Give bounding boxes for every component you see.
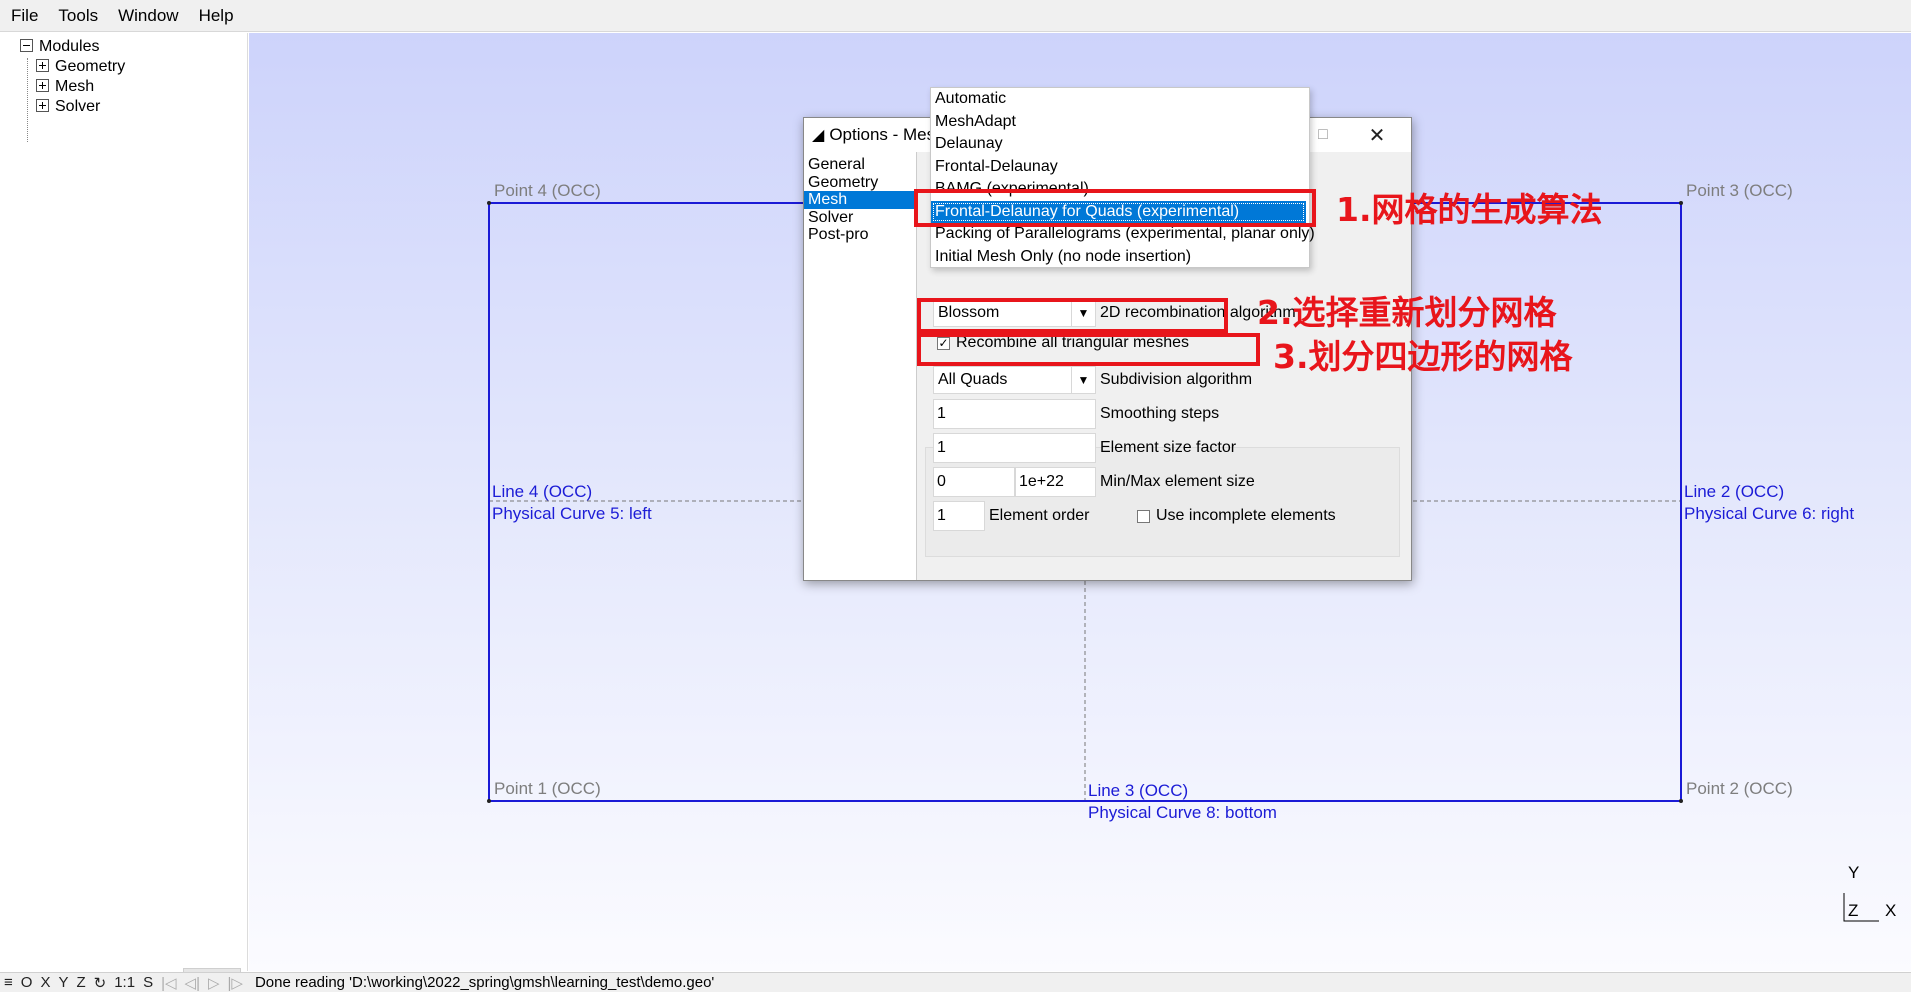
element-order-label: Element order <box>989 507 1090 524</box>
axis-x-label: X <box>1885 901 1897 920</box>
module-tree-panel: Modules Geometry Mesh Solver ⚙ ▽ <box>0 33 248 992</box>
category-solver[interactable]: Solver <box>804 209 916 227</box>
prev-step-icon[interactable]: ◁| <box>181 974 204 992</box>
line-name-right: Line 2 (OCC) <box>1684 482 1785 501</box>
subdivision-algorithm-select[interactable]: All Quads ▼ <box>933 366 1096 394</box>
line-label-left: Line 4 (OCC) Physical Curve 5: left <box>492 481 652 525</box>
annotation-text-3: 3.划分四边形的网格 <box>1273 337 1573 376</box>
scale-1to1-button[interactable]: 1:1 <box>110 974 139 991</box>
subdivision-algorithm-value: All Quads <box>938 371 1008 388</box>
gmsh-app-icon: ◢ <box>812 127 825 144</box>
line-name-left: Line 4 (OCC) <box>492 482 593 501</box>
close-icon[interactable]: ✕ <box>1354 118 1400 152</box>
menu-tools[interactable]: Tools <box>48 0 108 32</box>
geometry-point-2 <box>1679 799 1683 803</box>
tree-item-mesh[interactable]: Mesh <box>36 78 94 96</box>
geometry-point-4 <box>487 201 491 205</box>
expand-icon[interactable] <box>36 59 49 72</box>
dialog-title: Options - Mes <box>829 125 936 144</box>
point-label-1: Point 1 (OCC) <box>494 779 601 798</box>
line-label-right: Line 2 (OCC) Physical Curve 6: right <box>1684 481 1854 525</box>
mesh-algorithm-dropdown-list: Automatic MeshAdapt Delaunay Frontal-Del… <box>930 87 1315 269</box>
annotation-box-subdivision <box>917 333 1260 366</box>
category-general[interactable]: General <box>804 156 916 174</box>
category-geometry[interactable]: Geometry <box>804 174 916 192</box>
tree-root-modules[interactable]: Modules <box>20 38 99 56</box>
min-element-size-input[interactable]: 0 <box>933 467 1015 497</box>
menu-help[interactable]: Help <box>189 0 244 32</box>
axis-y-label: Y <box>1848 863 1860 882</box>
tree-item-label: Mesh <box>55 78 95 95</box>
play-icon[interactable]: ▷ <box>204 974 224 992</box>
rotate-button[interactable]: ↻ <box>90 974 111 992</box>
line-name-bottom: Line 3 (OCC) <box>1088 781 1189 800</box>
tree-item-solver[interactable]: Solver <box>36 98 100 116</box>
algorithm-option-frontal-delaunay[interactable]: Frontal-Delaunay <box>931 156 1309 179</box>
smoothing-steps-input[interactable]: 1 <box>933 399 1096 429</box>
smoothing-steps-label: Smoothing steps <box>1100 405 1220 422</box>
subdivision-algorithm-label: Subdivision algorithm <box>1100 371 1253 388</box>
annotation-box-recombine <box>917 298 1228 333</box>
checkbox-unchecked-icon[interactable] <box>1137 509 1150 523</box>
point-label-4: Point 4 (OCC) <box>494 181 601 200</box>
menu-bar: File Tools Window Help <box>0 0 1911 32</box>
view-x-button[interactable]: X <box>36 974 54 991</box>
annotation-text-1: 1.网格的生成算法 <box>1336 190 1603 229</box>
status-message: Done reading 'D:\working\2022_spring\gms… <box>254 974 715 991</box>
incomplete-elements-checkbox[interactable]: Use incomplete elements <box>1137 505 1336 527</box>
physical-curve-right: Physical Curve 6: right <box>1684 504 1855 523</box>
annotation-box-algorithm <box>914 189 1316 227</box>
category-post-pro[interactable]: Post-pro <box>804 226 916 244</box>
element-size-factor-input[interactable]: 1 <box>933 433 1096 463</box>
geometry-point-3 <box>1679 201 1683 205</box>
tree-item-geometry[interactable]: Geometry <box>36 58 125 76</box>
category-mesh[interactable]: Mesh <box>804 191 916 209</box>
physical-curve-left: Physical Curve 5: left <box>492 504 652 523</box>
geometry-point-1 <box>487 799 491 803</box>
category-list: General Geometry Mesh Solver Post-pro <box>804 152 917 580</box>
point-label-2: Point 2 (OCC) <box>1686 779 1793 798</box>
point-label-3: Point 3 (OCC) <box>1686 181 1793 200</box>
collapse-icon[interactable] <box>20 39 33 52</box>
dropdown-arrow-icon[interactable]: ▼ <box>1071 367 1095 393</box>
view-z-button[interactable]: Z <box>72 974 89 991</box>
menu-window[interactable]: Window <box>108 0 188 32</box>
annotation-text-2: 2.选择重新划分网格 <box>1257 293 1557 332</box>
min-max-element-size-label: Min/Max element size <box>1100 473 1255 490</box>
algorithm-option-automatic[interactable]: Automatic <box>931 88 1309 111</box>
status-menu-button[interactable]: ≡ <box>0 974 17 991</box>
snapshot-button[interactable]: S <box>139 974 157 991</box>
expand-icon[interactable] <box>36 79 49 92</box>
view-origin-button[interactable]: O <box>17 974 37 991</box>
tree-item-label: Solver <box>55 98 101 115</box>
tree-root-label: Modules <box>39 38 100 55</box>
algorithm-option-initial-mesh-only[interactable]: Initial Mesh Only (no node insertion) <box>931 246 1309 269</box>
algorithm-option-delaunay[interactable]: Delaunay <box>931 133 1309 156</box>
incomplete-elements-label: Use incomplete elements <box>1156 507 1336 524</box>
view-y-button[interactable]: Y <box>54 974 72 991</box>
status-bar: ≡ O X Y Z ↻ 1:1 S |◁ ◁| ▷ |▷ Done readin… <box>0 972 1911 992</box>
first-step-icon[interactable]: |◁ <box>157 974 180 992</box>
expand-icon[interactable] <box>36 99 49 112</box>
tree-item-label: Geometry <box>55 58 126 75</box>
axis-z-label: Z <box>1848 901 1859 920</box>
algorithm-option-meshadapt[interactable]: MeshAdapt <box>931 111 1309 134</box>
tree-guide-line <box>27 58 28 142</box>
element-size-factor-label: Element size factor <box>1100 439 1237 456</box>
next-step-icon[interactable]: |▷ <box>224 974 247 992</box>
menu-file[interactable]: File <box>0 0 48 32</box>
max-element-size-input[interactable]: 1e+22 <box>1015 467 1096 497</box>
physical-curve-bottom: Physical Curve 8: bottom <box>1088 803 1277 822</box>
element-order-input[interactable]: 1 <box>933 501 985 531</box>
line-label-bottom: Line 3 (OCC) Physical Curve 8: bottom <box>1088 780 1277 824</box>
